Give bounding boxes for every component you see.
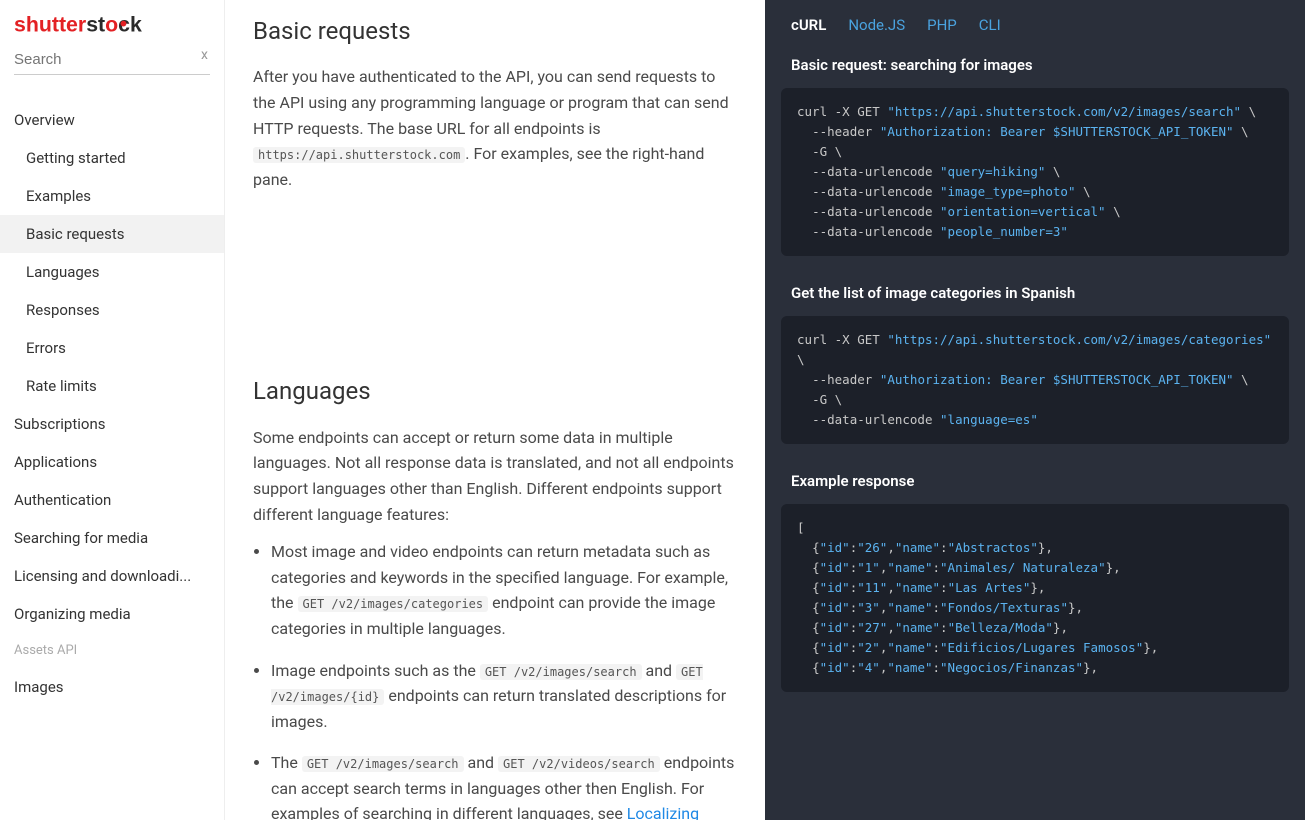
nav-rate-limits[interactable]: Rate limits [0, 367, 224, 405]
content: Basic requests After you have authentica… [225, 0, 765, 820]
text: Image endpoints such as the [271, 661, 480, 680]
nav-languages[interactable]: Languages [0, 253, 224, 291]
list-item: Most image and video endpoints can retur… [271, 539, 735, 641]
languages-list: Most image and video endpoints can retur… [253, 539, 735, 820]
text: After you have authenticated to the API,… [253, 67, 729, 137]
text: and [468, 753, 499, 772]
code-endpoint: GET /v2/images/search [302, 756, 464, 772]
nav-errors[interactable]: Errors [0, 329, 224, 367]
code-heading-3: Example response [765, 462, 1305, 504]
nav-examples[interactable]: Examples [0, 177, 224, 215]
nav-assets-api: Assets API [0, 633, 224, 668]
code-heading-1: Basic request: searching for images [765, 46, 1305, 88]
shutterstock-logo: shutterstock [14, 12, 169, 37]
main: Basic requests After you have authentica… [225, 0, 1305, 820]
sidebar: shutterstock x Overview Getting started … [0, 0, 225, 820]
code-block-3: [ {"id":"26","name":"Abstractos"}, {"id"… [781, 504, 1289, 692]
nav-basic-requests[interactable]: Basic requests [0, 215, 224, 253]
paragraph-languages: Some endpoints can accept or return some… [253, 425, 735, 527]
text: The [271, 753, 302, 772]
code-endpoint: GET /v2/images/categories [298, 596, 489, 612]
tab-nodejs[interactable]: Node.JS [848, 16, 905, 34]
nav-applications[interactable]: Applications [0, 443, 224, 481]
text: and [646, 661, 677, 680]
nav-overview[interactable]: Overview [0, 101, 224, 139]
paragraph-basic: After you have authenticated to the API,… [253, 64, 735, 192]
search-clear-icon[interactable]: x [201, 47, 208, 63]
sidebar-nav: Overview Getting started Examples Basic … [0, 81, 224, 706]
tab-cli[interactable]: CLI [979, 16, 1001, 34]
nav-organizing[interactable]: Organizing media [0, 595, 224, 633]
list-item: The GET /v2/images/search and GET /v2/vi… [271, 750, 735, 820]
nav-getting-started[interactable]: Getting started [0, 139, 224, 177]
search-input[interactable] [14, 47, 210, 75]
code-endpoint: GET /v2/videos/search [498, 756, 660, 772]
tab-php[interactable]: PHP [927, 16, 957, 34]
code-block-1: curl -X GET "https://api.shutterstock.co… [781, 88, 1289, 256]
nav-responses[interactable]: Responses [0, 291, 224, 329]
brand-logo: shutterstock [0, 0, 224, 43]
code-endpoint: GET /v2/images/search [480, 664, 642, 680]
language-tabs: cURL Node.JS PHP CLI [765, 0, 1305, 46]
nav-searching[interactable]: Searching for media [0, 519, 224, 557]
heading-basic-requests: Basic requests [253, 12, 735, 50]
code-block-2: curl -X GET "https://api.shutterstock.co… [781, 316, 1289, 444]
nav-licensing[interactable]: Licensing and downloadi... [0, 557, 224, 595]
heading-languages: Languages [253, 372, 735, 410]
nav-subscriptions[interactable]: Subscriptions [0, 405, 224, 443]
tab-curl[interactable]: cURL [791, 16, 826, 34]
nav-images[interactable]: Images [0, 668, 224, 706]
code-base-url: https://api.shutterstock.com [253, 147, 465, 163]
search-wrap: x [0, 43, 224, 81]
code-heading-2: Get the list of image categories in Span… [765, 274, 1305, 316]
list-item: Image endpoints such as the GET /v2/imag… [271, 658, 735, 735]
nav-authentication[interactable]: Authentication [0, 481, 224, 519]
code-pane: cURL Node.JS PHP CLI Basic request: sear… [765, 0, 1305, 820]
